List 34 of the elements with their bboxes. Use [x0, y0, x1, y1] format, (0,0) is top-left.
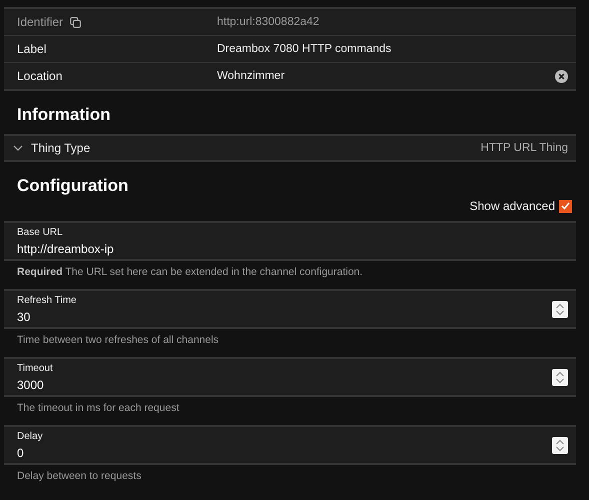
- property-label: Identifier: [17, 15, 64, 29]
- property-label: Label: [17, 42, 46, 56]
- property-value: Dreambox 7080 HTTP commands: [217, 43, 392, 55]
- input-field[interactable]: Base URL http://dreambox-ip: [4, 223, 576, 261]
- copy-icon[interactable]: [70, 16, 82, 28]
- field-value: http://dreambox-ip: [17, 242, 115, 256]
- input-field[interactable]: Delay 0: [4, 427, 576, 465]
- property-label: Location: [17, 69, 62, 83]
- show-advanced-checkbox[interactable]: [559, 200, 572, 212]
- field-label: Delay: [17, 430, 44, 442]
- thing-type-label: Thing Type: [31, 141, 92, 155]
- stepper-icon[interactable]: [552, 300, 568, 318]
- field-hint: Time between two refreshes of all channels: [16, 333, 220, 348]
- field-value: 3000: [17, 378, 45, 392]
- field-label: Base URL: [17, 226, 64, 238]
- section-title: Configuration: [16, 175, 130, 197]
- field-label: Timeout: [17, 362, 54, 374]
- thing-type-row[interactable]: Thing Type HTTP URL Thing: [4, 134, 576, 162]
- stepper-icon[interactable]: [552, 436, 568, 454]
- property-value: Wohnzimmer: [217, 70, 286, 82]
- stepper-icon[interactable]: [552, 368, 568, 386]
- input-field[interactable]: Refresh Time 30: [4, 291, 576, 329]
- field-hint: The timeout in ms for each request: [16, 401, 180, 416]
- field-value: 30: [17, 310, 32, 324]
- section-title: Information: [16, 104, 112, 126]
- input-field[interactable]: Timeout 3000: [4, 359, 576, 397]
- field-hint: Required The URL set here can be extended in the channel configuration.: [16, 265, 364, 280]
- show-advanced-label: Show advanced: [470, 199, 555, 213]
- field-label: Refresh Time: [17, 294, 78, 306]
- field-hint: Delay between to requests: [16, 469, 142, 484]
- thing-type-value: HTTP URL Thing: [480, 142, 568, 154]
- field-value: 0: [17, 446, 25, 460]
- property-value: http:url:8300882a42: [217, 16, 320, 28]
- clear-icon[interactable]: [555, 70, 568, 82]
